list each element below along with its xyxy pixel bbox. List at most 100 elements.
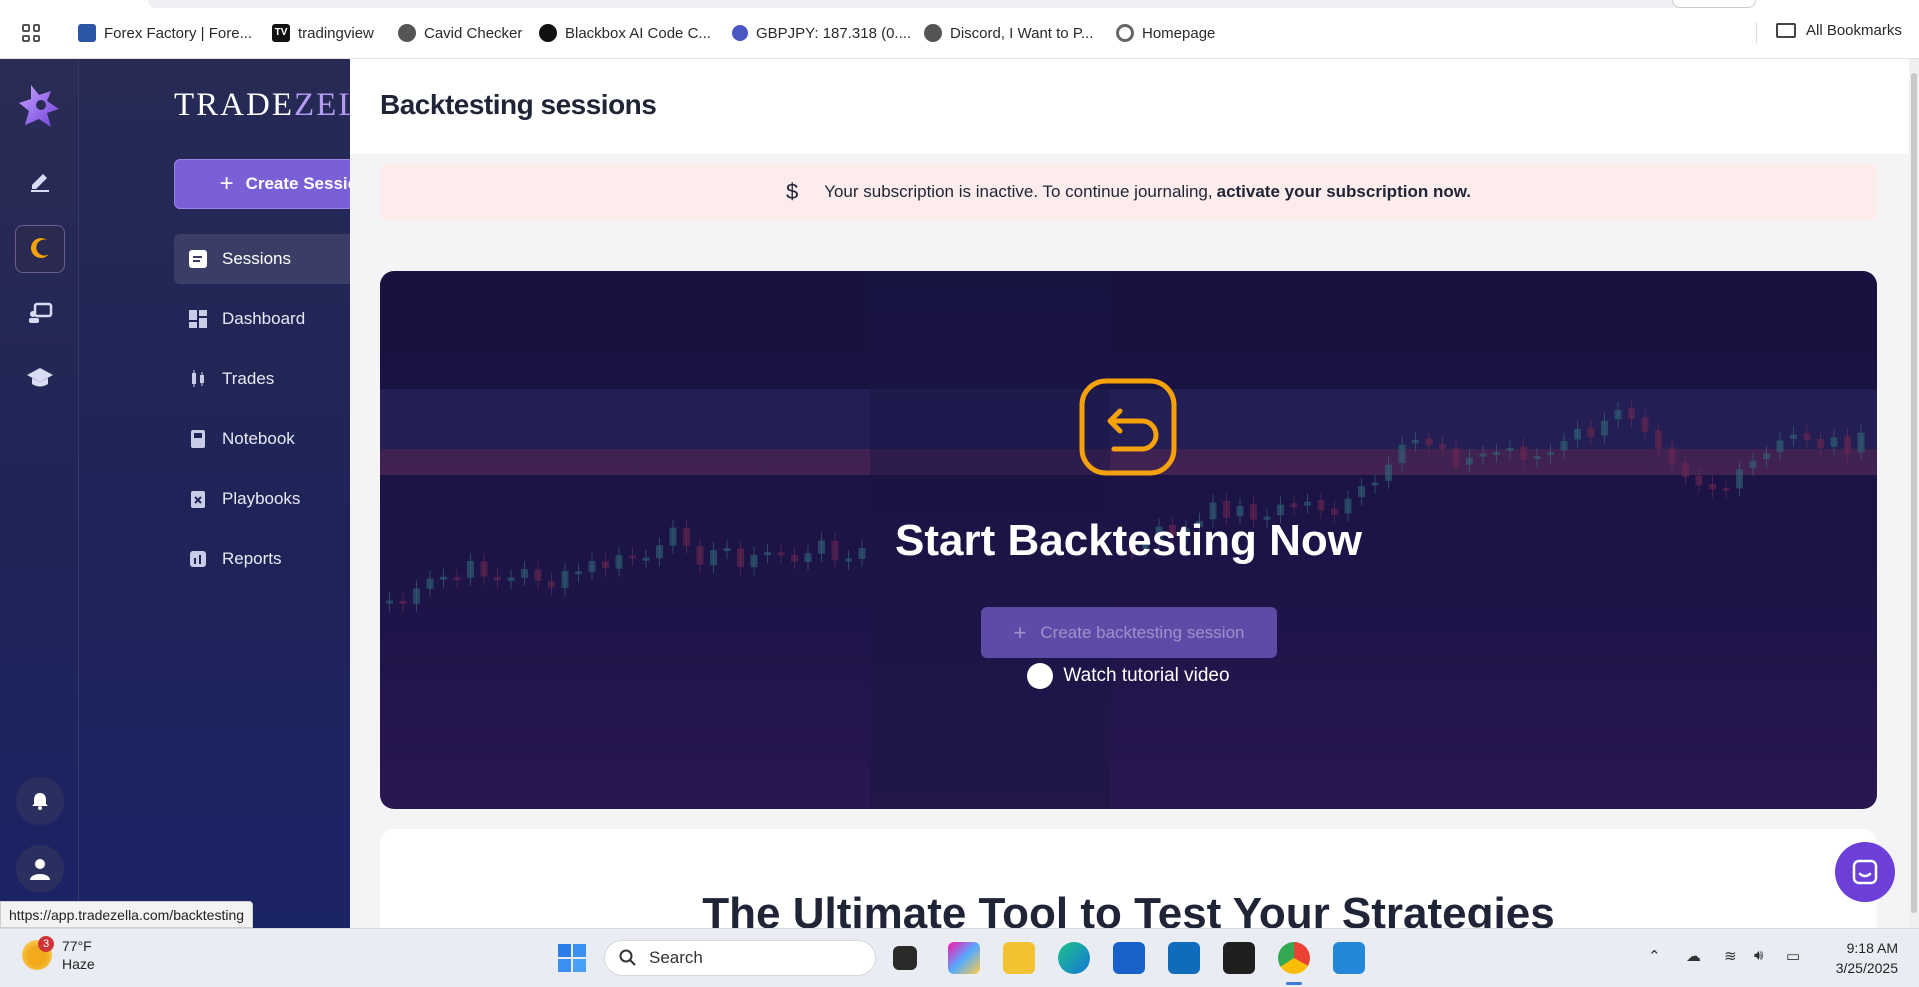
undo-arrow-icon [1079, 378, 1177, 476]
chart-candle [1493, 451, 1500, 455]
chart-candle [1668, 447, 1676, 465]
address-bar-edge [148, 0, 1688, 8]
scrollbar-thumb[interactable] [1911, 73, 1917, 913]
sessions-icon [189, 250, 207, 268]
vscode-icon[interactable] [1333, 942, 1365, 974]
bookmark-label: Blackbox AI Code C... [565, 24, 711, 42]
copilot-icon[interactable] [948, 942, 980, 974]
chart-candle [1817, 438, 1824, 449]
store-icon[interactable] [1113, 942, 1145, 974]
file-explorer-icon[interactable] [1003, 942, 1035, 974]
chart-candle [1277, 504, 1284, 516]
dollar-icon: $ [785, 179, 799, 204]
chart-candle [1236, 505, 1244, 517]
battery-icon[interactable]: ▭ [1786, 947, 1800, 965]
all-bookmarks[interactable]: All Bookmarks [1776, 22, 1902, 39]
bookmark-label: GBPJPY: 187.318 (0.... [756, 24, 912, 42]
tray-chevron-icon[interactable]: ⌃ [1648, 947, 1661, 965]
chrome-icon[interactable] [1278, 942, 1310, 974]
chart-candle [1601, 420, 1608, 436]
chart-candle [386, 600, 393, 604]
tradingview-icon: TV [272, 24, 290, 42]
chart-candle [440, 576, 447, 580]
weather-widget[interactable]: 3 77°F Haze [22, 936, 95, 973]
bookmark-homepage[interactable]: Homepage [1116, 22, 1215, 44]
globe-icon [924, 24, 942, 42]
all-bookmarks-label: All Bookmarks [1806, 22, 1902, 39]
activate-subscription-link[interactable]: activate your subscription now. [1217, 182, 1471, 202]
chart-candle [1830, 437, 1838, 447]
watch-tutorial-link[interactable]: Watch tutorial video [380, 663, 1877, 689]
chart-candle [1358, 486, 1365, 498]
chart-candle [575, 571, 582, 575]
chart-candle [1655, 430, 1662, 449]
volume-icon[interactable]: 🔊︎ [1754, 947, 1763, 964]
chart-candle [413, 588, 420, 604]
folder-icon [1776, 23, 1796, 38]
bookmark-label: tradingview [298, 24, 374, 42]
homepage-icon [1116, 24, 1134, 42]
taskbar-search[interactable]: Search [604, 940, 876, 976]
sidebar: TRADEZELLA ‹‹ + Create Session Sessions … [79, 59, 414, 928]
blackbox-icon [539, 24, 557, 42]
chart-candle [1317, 500, 1325, 511]
bookmark-discord[interactable]: Discord, I Want to P... [924, 22, 1093, 44]
chart-candle [548, 581, 555, 588]
bookmark-label: Discord, I Want to P... [950, 24, 1094, 42]
reports-icon [190, 551, 206, 567]
onedrive-icon[interactable]: ☁ [1686, 947, 1701, 965]
windows-start-icon[interactable] [556, 942, 588, 974]
icon-rail [0, 59, 79, 928]
sidebar-item-label: Trades [222, 369, 275, 388]
clock-time: 9:18 AM [1846, 940, 1898, 956]
chart-candle [1520, 446, 1527, 460]
bookmark-tradingview[interactable]: TV tradingview [272, 22, 374, 44]
outlook-icon[interactable] [1168, 942, 1200, 974]
chart-candle [1547, 452, 1554, 456]
bookmark-cavid-checker[interactable]: Cavid Checker [398, 22, 522, 44]
chart-candle [507, 577, 515, 581]
page-scrollbar[interactable] [1909, 59, 1919, 928]
search-placeholder: Search [649, 948, 703, 967]
terminal-icon[interactable] [1223, 942, 1255, 974]
bookmark-forex-factory[interactable]: Forex Factory | Fore... [78, 22, 252, 44]
chart-candle [1439, 443, 1446, 450]
bookmark-label: Cavid Checker [424, 24, 523, 42]
journal-pen-icon[interactable] [24, 165, 56, 197]
taskbar-clock[interactable]: 9:18 AM 3/25/2025 [1818, 938, 1898, 978]
chart-candle [1290, 503, 1298, 508]
chart-candle [561, 570, 569, 588]
chart-candle [1614, 409, 1622, 420]
bookmarks-divider [1756, 22, 1757, 44]
mentor-icon[interactable] [24, 297, 56, 329]
chat-support-icon[interactable] [1835, 842, 1895, 902]
user-profile-icon[interactable] [16, 845, 64, 893]
chart-candle [1385, 464, 1392, 481]
notebook-icon [191, 430, 205, 448]
bookmarks-bar: Forex Factory | Fore... TV tradingview C… [0, 0, 1919, 59]
chart-candle [1790, 434, 1797, 439]
weather-temp: 77°F [62, 938, 92, 954]
chart-candle [1763, 453, 1770, 460]
bookmark-gbpjpy[interactable]: GBPJPY: 187.318 (0.... [732, 22, 911, 44]
backtesting-icon[interactable] [24, 233, 56, 265]
tradezella-logo-icon[interactable] [17, 81, 63, 131]
notifications-bell-icon[interactable] [16, 777, 64, 825]
chart-candle [426, 578, 434, 589]
chart-candle [1425, 438, 1433, 446]
profile-button[interactable] [1672, 0, 1756, 8]
chart-candle [1736, 469, 1743, 489]
chart-candle [1398, 444, 1406, 463]
plus-icon: + [219, 170, 234, 197]
bookmark-blackbox[interactable]: Blackbox AI Code C... [539, 22, 711, 44]
apps-grid-icon[interactable] [22, 24, 40, 42]
sidebar-item-label: Playbooks [222, 489, 301, 508]
university-cap-icon[interactable] [24, 361, 56, 393]
weather-badge: 3 [38, 936, 54, 952]
create-backtesting-label: Create backtesting session [1040, 622, 1245, 642]
create-backtesting-session-button[interactable]: + Create backtesting session [981, 607, 1277, 658]
edge-icon[interactable] [1058, 942, 1090, 974]
task-view-icon[interactable] [893, 946, 917, 970]
wifi-icon[interactable]: ≋ [1724, 947, 1737, 965]
sidebar-item-label: Notebook [222, 429, 295, 448]
